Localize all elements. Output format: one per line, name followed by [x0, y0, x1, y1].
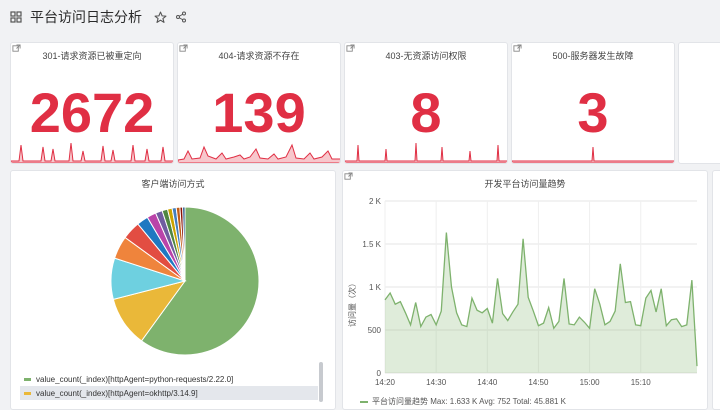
dashboard-grid-icon[interactable]: [10, 11, 22, 23]
legend-scrollbar[interactable]: [319, 362, 323, 402]
y-axis-label: 访问量（次）: [347, 279, 357, 327]
x-tick-label: 15:10: [631, 378, 652, 387]
y-tick-label: 2 K: [369, 197, 382, 206]
dashboard-header: 平台访问日志分析: [0, 0, 720, 34]
legend-swatch: [24, 391, 31, 395]
stat-title: 301-请求资源已被重定向: [42, 51, 142, 61]
y-tick-label: 1 K: [369, 283, 382, 292]
legend-item[interactable]: value_count(_index)[httpAgent=python-req…: [20, 372, 318, 386]
stat-title: 404-请求资源不存在: [218, 51, 300, 61]
x-tick-label: 14:40: [477, 378, 498, 387]
line-legend-text: 平台访问量趋势 Max: 1.633 K Avg: 752 Total: 45.…: [372, 397, 567, 406]
line-legend[interactable]: 平台访问量趋势 Max: 1.633 K Avg: 752 Total: 45.…: [360, 396, 566, 407]
legend-label: value_count(_index)[httpAgent=python-req…: [36, 374, 234, 384]
legend-swatch: [360, 400, 368, 403]
legend-label: value_count(_index)[httpAgent=okhttp/3.1…: [36, 388, 198, 398]
line-chart: 访问量（次） 0 500 1 K 1.5 K 2 K 14:20 14:30 14:40 14:…: [347, 197, 698, 387]
stat-title: 500-服务器发生故障: [552, 51, 634, 61]
stat-panel-301: 301-请求资源已被重定向 2672: [10, 42, 174, 164]
sparkline: [11, 142, 173, 163]
y-tick-label: 1.5 K: [362, 240, 381, 249]
sparkline: [178, 143, 340, 163]
dashboard-title[interactable]: 平台访问日志分析: [30, 7, 142, 27]
share-icon[interactable]: [175, 11, 187, 23]
x-tick-label: 14:20: [375, 378, 396, 387]
sparkline: [512, 146, 674, 163]
legend-item[interactable]: value_count(_index)[httpAgent=okhttp/3.1…: [20, 386, 318, 400]
stat-title: 403-无资源访问权限: [385, 51, 467, 61]
y-tick-label: 500: [368, 326, 382, 335]
pie-legend: value_count(_index)[httpAgent=python-req…: [20, 372, 318, 400]
star-icon[interactable]: [154, 11, 167, 24]
stat-panel-404: 404-请求资源不存在 139: [177, 42, 341, 164]
line-panel: 开发平台访问量趋势 访问量（次） 0 500 1 K 1.5 K2 K 14:20 14:…: [342, 170, 708, 410]
pie-chart: [110, 206, 260, 356]
legend-swatch: [24, 377, 31, 381]
x-tick-label: 15:00: [580, 378, 601, 387]
stat-panel-403: 403-无资源访问权限 8: [344, 42, 508, 164]
stat-panel-partial: [678, 42, 720, 164]
x-tick-label: 14:30: [426, 378, 447, 387]
y-tick-label: 0: [377, 369, 382, 378]
stat-panel-500: 500-服务器发生故障 3: [511, 42, 675, 164]
right-edge-panel: [712, 170, 720, 410]
sparkline: [345, 142, 507, 163]
series-area: [385, 232, 697, 373]
x-tick-label: 14:50: [528, 378, 549, 387]
